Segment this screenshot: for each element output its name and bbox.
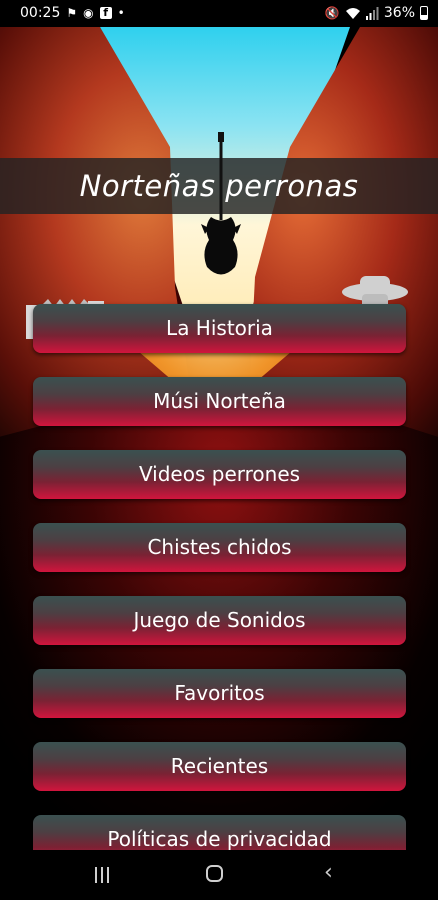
- menu-button-favoritos[interactable]: Favoritos: [33, 669, 406, 718]
- back-icon[interactable]: ‹: [324, 862, 333, 884]
- wifi-icon: [345, 7, 360, 19]
- status-right: 🔇 36%: [325, 5, 428, 21]
- flag-icon: ⚑: [66, 6, 78, 20]
- menu-button-videos[interactable]: Videos perrones: [33, 450, 406, 499]
- dot-icon: •: [117, 6, 125, 20]
- menu-button-chistes[interactable]: Chistes chidos: [33, 523, 406, 572]
- status-left: 00:25 ⚑ ◉ f •: [20, 5, 125, 21]
- menu-button-recientes[interactable]: Recientes: [33, 742, 406, 791]
- signal-icon: [365, 6, 379, 20]
- menu-button-historia[interactable]: La Historia: [33, 304, 406, 353]
- messenger-icon: ◉: [83, 6, 94, 20]
- guitar-icon: [201, 132, 241, 275]
- menu-button-musica[interactable]: Músi Norteña: [33, 377, 406, 426]
- battery-percent: 36%: [383, 5, 415, 21]
- menu-button-sonidos[interactable]: Juego de Sonidos: [33, 596, 406, 645]
- system-nav-bar: ‹: [0, 850, 438, 900]
- main-menu: La Historia Músi Norteña Videos perrones…: [0, 0, 438, 864]
- home-icon[interactable]: [206, 865, 223, 882]
- battery-icon: [420, 6, 428, 20]
- recents-icon[interactable]: [95, 867, 109, 883]
- mute-icon: 🔇: [324, 6, 340, 20]
- status-bar: 00:25 ⚑ ◉ f • 🔇 36%: [0, 0, 438, 27]
- facebook-icon: f: [99, 7, 112, 19]
- status-time: 00:25: [20, 5, 61, 21]
